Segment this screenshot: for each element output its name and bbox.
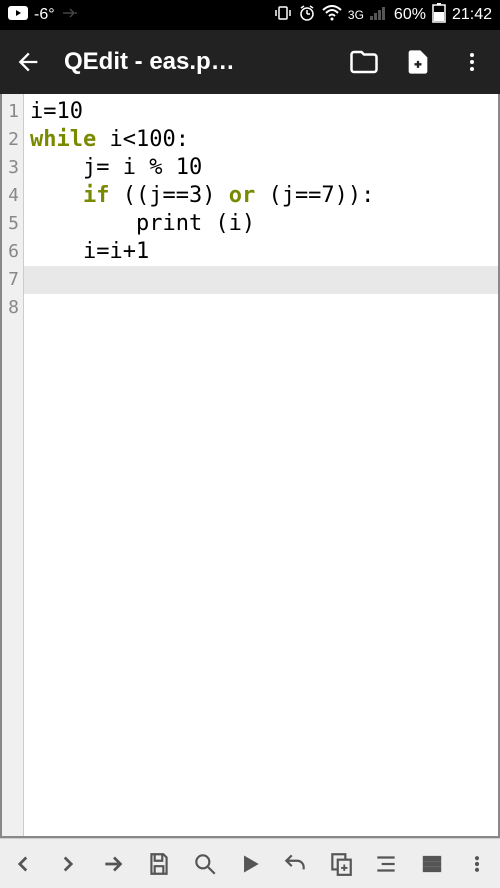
code-line[interactable]: i=10 [24, 98, 498, 126]
select-all-button[interactable] [412, 844, 452, 884]
youtube-icon [8, 6, 28, 25]
open-folder-button[interactable] [346, 44, 382, 80]
app-title: QEdit - eas.p… [64, 48, 328, 76]
code-line[interactable]: while i<100: [24, 126, 498, 154]
line-number: 5 [2, 210, 23, 238]
forward-indicator-icon [61, 6, 81, 24]
undo-button[interactable] [275, 844, 315, 884]
save-button[interactable] [139, 844, 179, 884]
status-temp: -6° [34, 6, 55, 24]
line-number: 2 [2, 126, 23, 154]
indent-button[interactable] [366, 844, 406, 884]
app-bar: QEdit - eas.p… [0, 30, 500, 94]
code-line[interactable] [24, 294, 498, 322]
status-bar: -6° 3G 60% 21:42 [0, 0, 500, 30]
new-file-button[interactable] [400, 44, 436, 80]
line-number: 3 [2, 154, 23, 182]
line-number: 7 [2, 266, 23, 294]
line-number: 4 [2, 182, 23, 210]
paste-button[interactable]: + [321, 844, 361, 884]
wifi-icon [322, 5, 342, 26]
status-time: 21:42 [452, 6, 492, 24]
more-button[interactable] [457, 844, 497, 884]
line-number: 8 [2, 294, 23, 322]
back-button[interactable] [10, 44, 46, 80]
search-button[interactable] [185, 844, 225, 884]
signal-icon [370, 6, 388, 25]
line-gutter: 12345678 [2, 94, 24, 836]
prev-button[interactable] [3, 844, 43, 884]
code-editor[interactable]: 12345678 i=10while i<100: j= i % 10 if (… [0, 94, 500, 838]
code-line[interactable] [24, 266, 498, 294]
bottom-toolbar: + [0, 838, 500, 888]
battery-percent: 60% [394, 6, 426, 24]
goto-button[interactable] [94, 844, 134, 884]
network-type: 3G [348, 8, 364, 22]
code-line[interactable]: print (i) [24, 210, 498, 238]
overflow-menu-button[interactable] [454, 44, 490, 80]
code-line[interactable]: i=i+1 [24, 238, 498, 266]
run-button[interactable] [230, 844, 270, 884]
code-line[interactable]: j= i % 10 [24, 154, 498, 182]
alarm-icon [298, 4, 316, 27]
line-number: 6 [2, 238, 23, 266]
line-number: 1 [2, 98, 23, 126]
next-button[interactable] [48, 844, 88, 884]
vibrate-icon [274, 4, 292, 27]
battery-icon [432, 3, 446, 28]
code-line[interactable]: if ((j==3) or (j==7)): [24, 182, 498, 210]
code-area[interactable]: i=10while i<100: j= i % 10 if ((j==3) or… [24, 94, 498, 836]
svg-text:+: + [341, 862, 347, 874]
